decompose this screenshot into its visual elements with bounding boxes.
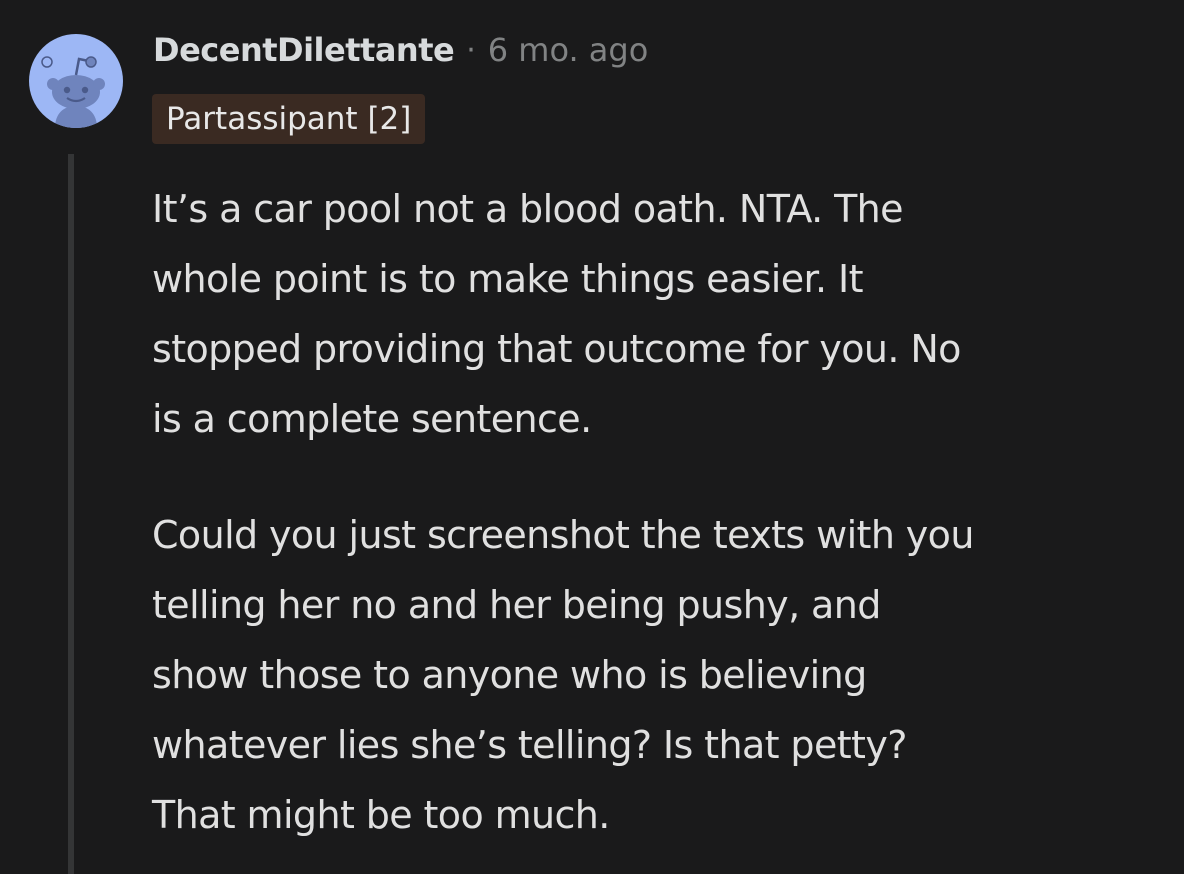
- text-line: show those to anyone who is believing: [152, 653, 867, 697]
- snoo-avatar-icon: [41, 56, 105, 128]
- comment-paragraph: It’s a car pool not a blood oath. NTA. T…: [152, 174, 1152, 454]
- comment-body: It’s a car pool not a blood oath. NTA. T…: [152, 174, 1152, 850]
- comment-header: DecentDilettante · 6 mo. ago: [153, 28, 648, 72]
- text-line: stopped providing that outcome for you. …: [152, 327, 961, 371]
- text-line: whatever lies she’s telling? Is that pet…: [152, 723, 907, 767]
- text-line: That might be too much.: [152, 793, 610, 837]
- comment: DecentDilettante · 6 mo. ago Partassipan…: [0, 0, 1184, 874]
- text-line: whole point is to make things easier. It: [152, 257, 864, 301]
- text-line: Could you just screenshot the texts with…: [152, 513, 974, 557]
- text-line: is a complete sentence.: [152, 397, 592, 441]
- thread-collapse-line[interactable]: [68, 154, 74, 874]
- text-line: It’s a car pool not a blood oath. NTA. T…: [152, 187, 904, 231]
- text-line: telling her no and her being pushy, and: [152, 583, 881, 627]
- comment-paragraph: Could you just screenshot the texts with…: [152, 500, 1152, 850]
- user-flair: Partassipant [2]: [152, 94, 426, 144]
- comment-timestamp[interactable]: 6 mo. ago: [488, 31, 649, 69]
- header-separator: ·: [466, 32, 476, 68]
- author-username[interactable]: DecentDilettante: [153, 31, 455, 69]
- user-avatar[interactable]: [29, 34, 123, 128]
